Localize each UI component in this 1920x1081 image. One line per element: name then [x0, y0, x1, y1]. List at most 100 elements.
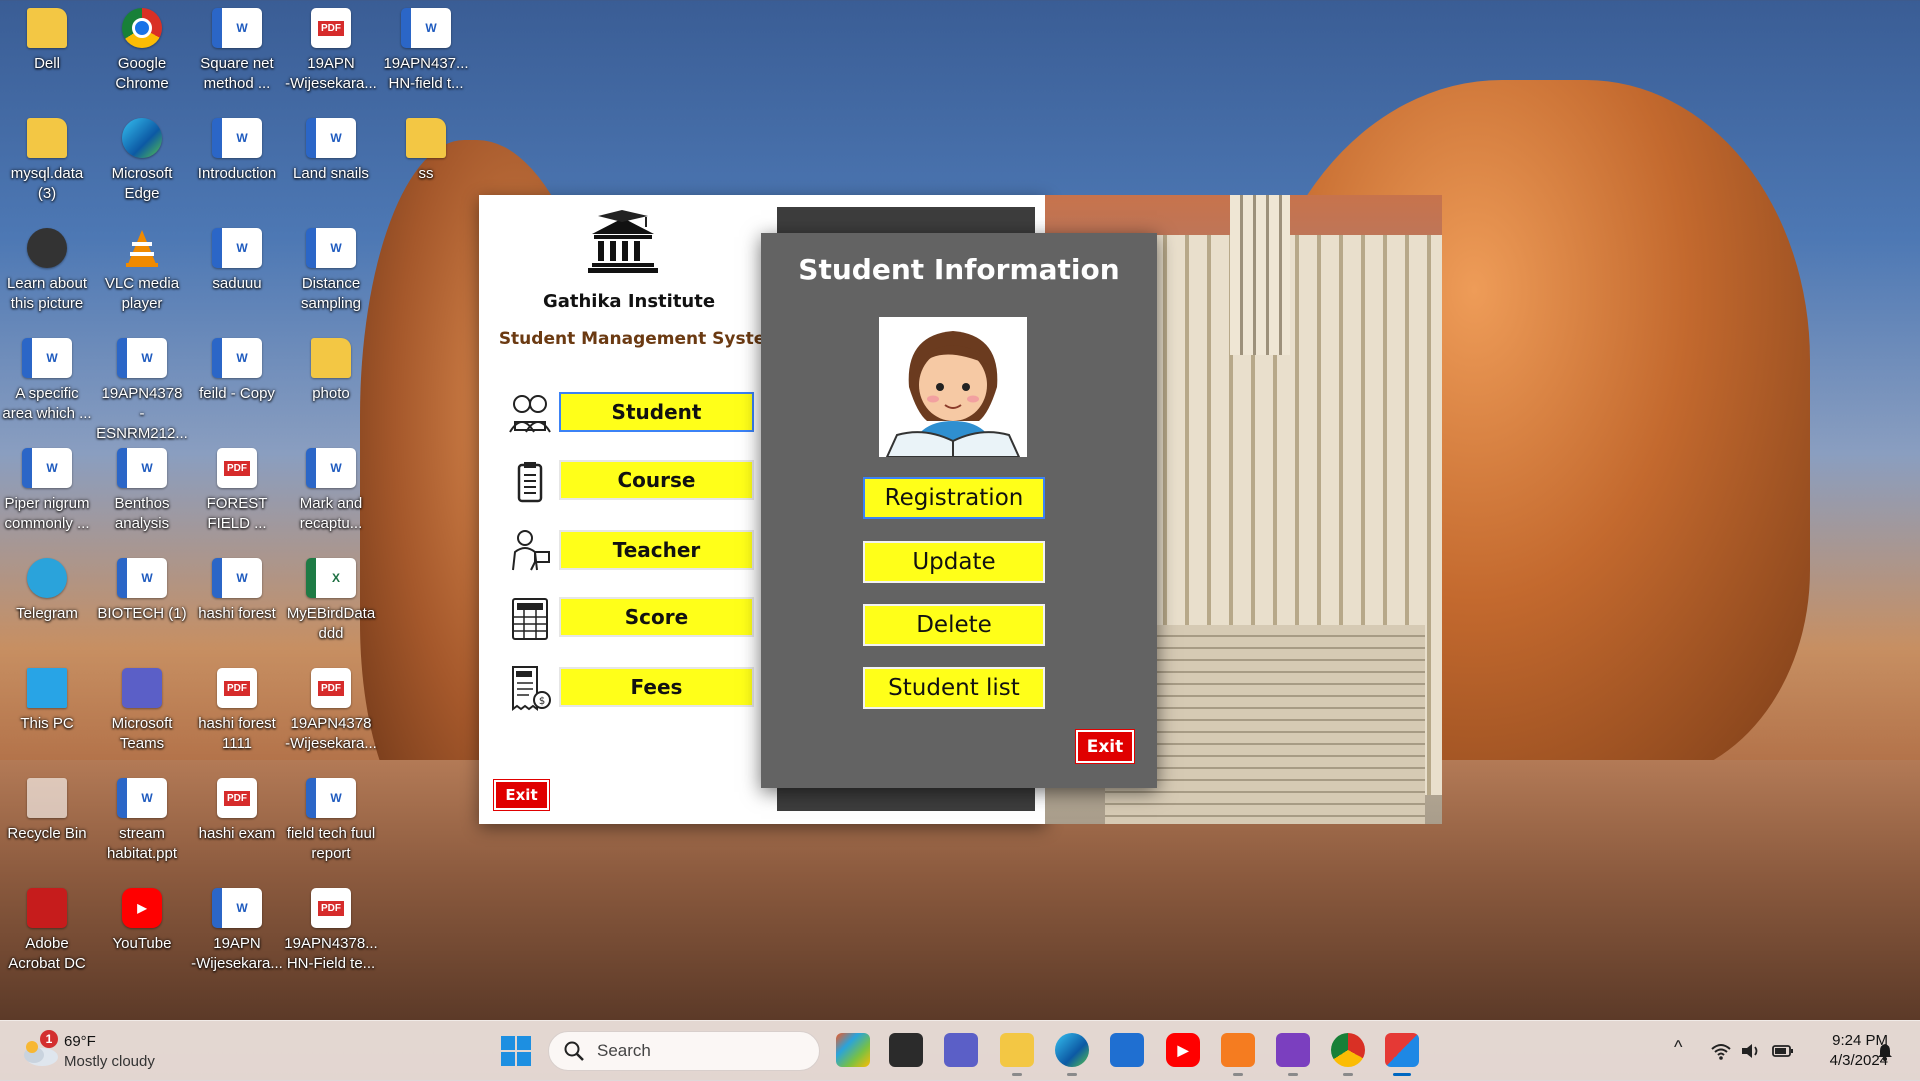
- desktop-icon[interactable]: X MyEBirdData ddd: [283, 558, 379, 644]
- desktop-icon[interactable]: Wstream habitat.ppt: [94, 778, 190, 864]
- windows-start-icon[interactable]: [500, 1035, 532, 1067]
- desktop-icon-label: Microsoft Teams: [111, 715, 173, 752]
- volume-icon[interactable]: [1740, 1041, 1762, 1061]
- word-file-icon: W: [306, 448, 356, 488]
- desktop-icon-label: hashi forest 1111: [198, 715, 276, 752]
- svg-text:$: $: [539, 696, 545, 707]
- taskbar-search-box[interactable]: Search: [548, 1031, 820, 1071]
- chevron-up-icon[interactable]: ^: [1674, 1037, 1696, 1057]
- desktop-icon-label: MyEBirdData ddd: [286, 605, 376, 642]
- word-file-icon: W: [117, 448, 167, 488]
- desktop-icon[interactable]: W Mark and recaptu...: [283, 448, 379, 534]
- notification-bell-icon[interactable]: [1876, 1043, 1894, 1061]
- desktop-icon-label: FOREST FIELD ...: [206, 495, 268, 532]
- desktop-icon[interactable]: ▶ YouTube: [94, 888, 190, 954]
- fee-receipt-icon: $: [512, 666, 551, 711]
- wifi-icon[interactable]: [1710, 1041, 1732, 1061]
- desktop-icon[interactable]: W Piper nigrum commonly ...: [0, 448, 95, 534]
- desktop-icon-label: feild - Copy: [199, 385, 275, 402]
- desktop-icon[interactable]: mysql.data (3): [0, 118, 95, 204]
- dialog-exit-button[interactable]: Exit: [1075, 729, 1135, 764]
- desktop-icon[interactable]: PDF hashi exam: [189, 778, 285, 844]
- desktop-icon[interactable]: W 19APN4378 -ESNRM212...: [94, 338, 190, 444]
- pdf-file-icon: PDF: [311, 888, 351, 928]
- microsoft-store-taskbar-icon[interactable]: [1110, 1033, 1144, 1067]
- desktop-icon-label: Square net method ...: [200, 55, 274, 92]
- desktop-icon[interactable]: Whashi forest: [189, 558, 285, 624]
- system-clock[interactable]: 9:24 PM 4/3/2024: [1792, 1031, 1888, 1071]
- desktop-icon[interactable]: photo: [283, 338, 379, 404]
- institute-name: Gathika Institute: [542, 291, 716, 312]
- xampp-taskbar-icon[interactable]: [1221, 1033, 1255, 1067]
- desktop-icon[interactable]: PDF 19APN4378 -Wijesekara...: [283, 668, 379, 754]
- desktop-icon[interactable]: W A specific area which ...: [0, 338, 95, 424]
- desktop-icon[interactable]: PDF FOREST FIELD ...: [189, 448, 285, 534]
- desktop-icon[interactable]: Telegram: [0, 558, 95, 624]
- teams-taskbar-icon[interactable]: [944, 1033, 978, 1067]
- desktop-icon-label: hashi forest: [198, 605, 276, 622]
- pdf-file-icon: PDF: [217, 778, 257, 818]
- registration-button[interactable]: Registration: [863, 477, 1045, 519]
- score-nav-button[interactable]: Score: [559, 597, 754, 637]
- fees-nav-button[interactable]: Fees: [559, 667, 754, 707]
- weather-widget[interactable]: 1 69°F Mostly cloudy: [20, 1029, 200, 1073]
- students-icon: [509, 395, 551, 433]
- winforms-app-taskbar-icon[interactable]: [1385, 1033, 1419, 1067]
- desktop-icon[interactable]: Microsoft Teams: [94, 668, 190, 754]
- telegram-file-icon: [27, 558, 67, 598]
- edge-taskbar-icon[interactable]: [1055, 1033, 1089, 1067]
- student-avatar-icon: [879, 317, 1027, 457]
- desktop-icon-label: saduuu: [212, 275, 262, 292]
- desktop-icon[interactable]: W Land snails: [283, 118, 379, 184]
- desktop-icon[interactable]: Adobe Acrobat DC: [0, 888, 95, 974]
- desktop-icon-label: Dell: [34, 55, 60, 72]
- desktop-icon[interactable]: This PC: [0, 668, 95, 734]
- battery-icon[interactable]: [1772, 1041, 1794, 1061]
- desktop-icon[interactable]: ss: [378, 118, 474, 184]
- word-file-icon: W: [117, 778, 167, 818]
- desktop-icon[interactable]: W Benthos analysis: [94, 448, 190, 534]
- desktop-icon[interactable]: PDF 19APN4378... HN-Field te...: [283, 888, 379, 974]
- building-tower: [1230, 195, 1290, 355]
- desktop-icon[interactable]: W 19APN437... HN-field t...: [378, 8, 474, 94]
- student-nav-button[interactable]: Student: [559, 392, 754, 432]
- student-list-button[interactable]: Student list: [863, 667, 1045, 709]
- desktop-icon[interactable]: VLC media player: [94, 228, 190, 314]
- desktop-icon[interactable]: Dell: [0, 8, 95, 74]
- folder-file-icon: [406, 118, 446, 158]
- desktop-icon-label: Benthos analysis: [114, 495, 170, 532]
- teacher-nav-button[interactable]: Teacher: [559, 530, 754, 570]
- update-button[interactable]: Update: [863, 541, 1045, 583]
- desktop-icon[interactable]: PDF 19APN -Wijesekara...: [283, 8, 379, 94]
- file-explorer-taskbar-icon[interactable]: [1000, 1033, 1034, 1067]
- copilot-taskbar-icon[interactable]: [836, 1033, 870, 1067]
- chrome-taskbar-icon[interactable]: [1331, 1033, 1365, 1067]
- desktop-icon[interactable]: Wfield tech fuul report: [283, 778, 379, 864]
- desktop-icon[interactable]: W BIOTECH (1): [94, 558, 190, 624]
- visual-studio-taskbar-icon[interactable]: [1276, 1033, 1310, 1067]
- student-information-dialog: Student Information Registration Update …: [761, 233, 1157, 788]
- desktop-icon-label: BIOTECH (1): [97, 605, 187, 622]
- edge-running-indicator: [1067, 1073, 1077, 1076]
- desktop-icon[interactable]: W Distance sampling: [283, 228, 379, 314]
- desktop-icon-label: Piper nigrum commonly ...: [4, 495, 90, 532]
- main-exit-button[interactable]: Exit: [493, 779, 550, 811]
- visual-studio-running-indicator: [1288, 1073, 1298, 1076]
- desktop-icon[interactable]: Wfeild - Copy: [189, 338, 285, 404]
- desktop-icon-label: Recycle Bin: [7, 825, 87, 842]
- desktop-icon[interactable]: W Introduction: [189, 118, 285, 184]
- desktop-icon[interactable]: Learn about this picture: [0, 228, 95, 314]
- desktop-icon[interactable]: Microsoft Edge: [94, 118, 190, 204]
- desktop-icon[interactable]: PDF hashi forest 1111: [189, 668, 285, 754]
- desktop-icon[interactable]: Wsaduuu: [189, 228, 285, 294]
- desktop-icon-label: 19APN -Wijesekara...: [285, 55, 377, 92]
- desktop-icon[interactable]: Recycle Bin: [0, 778, 95, 844]
- youtube-taskbar-icon[interactable]: ▶: [1166, 1033, 1200, 1067]
- desktop-icon[interactable]: W 19APN -Wijesekara...: [189, 888, 285, 974]
- desktop-icon[interactable]: W Square net method ...: [189, 8, 285, 94]
- task-view-taskbar-icon[interactable]: [889, 1033, 923, 1067]
- pdf-file-icon: PDF: [311, 8, 351, 48]
- desktop-icon[interactable]: Google Chrome: [94, 8, 190, 94]
- delete-button[interactable]: Delete: [863, 604, 1045, 646]
- course-nav-button[interactable]: Course: [559, 460, 754, 500]
